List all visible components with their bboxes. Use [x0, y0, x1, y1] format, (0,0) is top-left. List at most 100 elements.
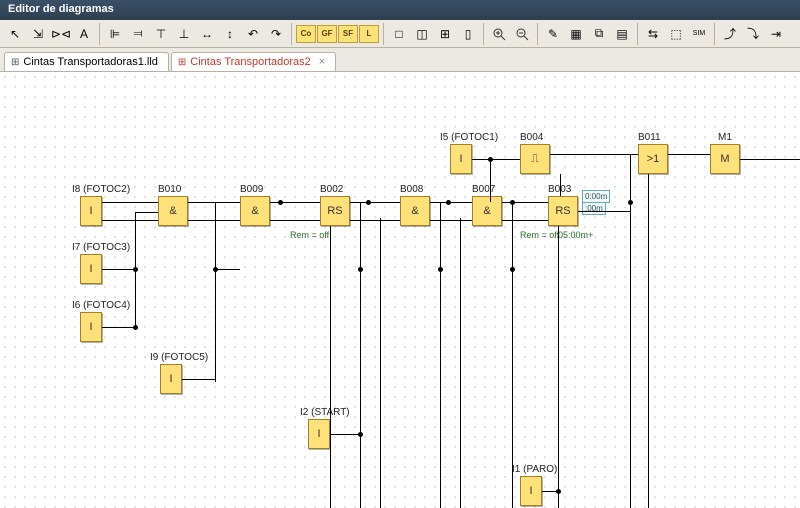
wire: [430, 220, 472, 221]
block-i5[interactable]: I: [450, 144, 472, 174]
wire: [188, 220, 240, 221]
block-b003[interactable]: RS: [548, 196, 578, 226]
align-top[interactable]: ⊤: [150, 23, 172, 45]
wire-node: [358, 432, 363, 437]
block-label: I1 (PARO): [512, 464, 557, 475]
wire: [330, 226, 331, 508]
diagram-icon: ⊞: [178, 57, 186, 68]
align-right[interactable]: ⫤: [127, 23, 149, 45]
swap-tool[interactable]: ⇆: [642, 23, 664, 45]
wire-node: [366, 200, 371, 205]
tab-cintas1[interactable]: ⊞ Cintas Transportadoras1.lld: [4, 52, 169, 71]
layout-3[interactable]: ⊞: [434, 23, 456, 45]
wire: [512, 202, 513, 508]
rotate-cw[interactable]: ↷: [265, 23, 287, 45]
block-b004[interactable]: ⎍: [520, 144, 550, 174]
align-bottom[interactable]: ⊥: [173, 23, 195, 45]
wire: [270, 220, 320, 221]
layout-4[interactable]: ▯: [457, 23, 479, 45]
separator: [291, 23, 292, 45]
zoom-in[interactable]: [488, 23, 510, 45]
block-label: B002: [320, 184, 343, 195]
box-tool[interactable]: ⬚: [665, 23, 687, 45]
tab-cintas2[interactable]: ⊞ Cintas Transportadoras2 ×: [171, 52, 336, 71]
wire: [182, 379, 215, 380]
goto-tool[interactable]: ⇥: [765, 23, 787, 45]
block-b007[interactable]: &: [472, 196, 502, 226]
tab-label: Cintas Transportadoras2: [190, 56, 310, 68]
grid-tool[interactable]: ▦: [565, 23, 587, 45]
edit-tool[interactable]: ✎: [542, 23, 564, 45]
gf-button[interactable]: GF: [317, 25, 337, 43]
layout-2[interactable]: ◫: [411, 23, 433, 45]
block-i7[interactable]: I: [80, 254, 102, 284]
note-rem2: Rem = off: [520, 230, 559, 240]
wire-node: [133, 267, 138, 272]
sim-tool[interactable]: SIM: [688, 23, 710, 45]
co-button[interactable]: Co: [296, 25, 316, 43]
block-i9[interactable]: I: [160, 364, 182, 394]
wire-node: [628, 200, 633, 205]
wire: [472, 159, 520, 160]
distribute-h[interactable]: ↔: [196, 23, 218, 45]
wire: [502, 220, 548, 221]
pointer-tool[interactable]: ↖: [4, 23, 26, 45]
diagram-canvas[interactable]: I5 (FOTOC1) I B004 ⎍ B011 >1 M1 M I8 (FO…: [0, 72, 800, 508]
separator: [637, 23, 638, 45]
wire: [102, 220, 158, 221]
block-m1[interactable]: M: [710, 144, 740, 174]
wire: [630, 154, 631, 508]
wire: [648, 174, 649, 508]
wire: [490, 159, 491, 202]
layout-1[interactable]: □: [388, 23, 410, 45]
separator: [99, 23, 100, 45]
block-label: B010: [158, 184, 181, 195]
block-label: B004: [520, 132, 543, 143]
wire: [550, 154, 638, 155]
diagram-icon: ⊞: [11, 57, 19, 68]
zoom-out[interactable]: [511, 23, 533, 45]
wire-node: [438, 267, 443, 272]
jump-down[interactable]: ⤵: [742, 23, 764, 45]
note-rem1: Rem = off: [290, 230, 329, 240]
block-i8[interactable]: I: [80, 196, 102, 226]
wire: [215, 269, 240, 270]
wire: [188, 202, 240, 203]
block-b010[interactable]: &: [158, 196, 188, 226]
align-left[interactable]: ⊫: [104, 23, 126, 45]
copy-tool[interactable]: ⧉: [588, 23, 610, 45]
wire: [740, 159, 800, 160]
block-label: I6 (FOTOC4): [72, 300, 130, 311]
wire: [560, 174, 561, 196]
block-b011[interactable]: >1: [638, 144, 668, 174]
block-label: M1: [718, 132, 732, 143]
wire-node: [358, 267, 363, 272]
block-i1[interactable]: I: [520, 476, 542, 506]
close-icon[interactable]: ×: [315, 56, 325, 68]
separator: [537, 23, 538, 45]
block-label: I7 (FOTOC3): [72, 242, 130, 253]
wire: [350, 220, 400, 221]
separator: [714, 23, 715, 45]
text-tool[interactable]: A: [73, 23, 95, 45]
distribute-v[interactable]: ↕: [219, 23, 241, 45]
cut-connection-tool[interactable]: ⊳⊲: [50, 23, 72, 45]
document-tabs: ⊞ Cintas Transportadoras1.lld ⊞ Cintas T…: [0, 48, 800, 72]
separator: [383, 23, 384, 45]
window-title: Editor de diagramas: [8, 3, 114, 15]
block-b002[interactable]: RS: [320, 196, 350, 226]
block-b009[interactable]: &: [240, 196, 270, 226]
block-b008[interactable]: &: [400, 196, 430, 226]
connector-tool[interactable]: ⇲: [27, 23, 49, 45]
sf-button[interactable]: SF: [338, 25, 358, 43]
title-bar: Editor de diagramas: [0, 0, 800, 20]
block-i6[interactable]: I: [80, 312, 102, 342]
block-i2[interactable]: I: [308, 419, 330, 449]
list-tool[interactable]: ▤: [611, 23, 633, 45]
jump-up[interactable]: ⤴: [719, 23, 741, 45]
rotate-ccw[interactable]: ↶: [242, 23, 264, 45]
wire: [380, 218, 381, 508]
l-button[interactable]: L: [359, 25, 379, 43]
note-time: 05:00m+: [558, 230, 593, 240]
timer-box-2: :00m: [582, 202, 606, 215]
